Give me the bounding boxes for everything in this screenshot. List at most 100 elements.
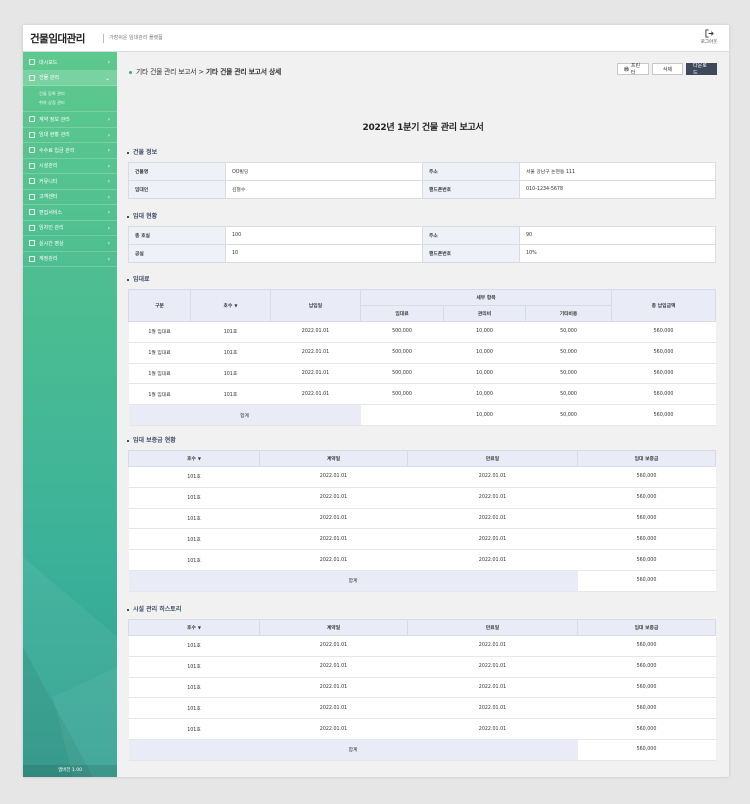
table-row: 1월 임대료 101호 2022.01.01 500,000 10,000 50,000 5… bbox=[128, 321, 716, 343]
table-cell: 2022.01.01 bbox=[259, 718, 408, 740]
sidebar-item-4[interactable]: 수수료 입금 관리 › bbox=[23, 143, 117, 159]
info-value: 10% bbox=[519, 244, 716, 263]
table-cell: 2022.01.01 bbox=[407, 549, 578, 571]
submenu-item[interactable]: 취약 상점 관리 bbox=[39, 98, 117, 107]
rent-sum-row: 합계 10,000 50,000 560,000 bbox=[128, 404, 716, 426]
rent-header-mgmt: 관리비 bbox=[443, 305, 526, 322]
sidebar-item-3[interactable]: 임대 현황 관리 › bbox=[23, 128, 117, 143]
sidebar-item-label: 편집서비스 bbox=[39, 209, 63, 216]
sidebar-item-10[interactable]: 실시간 영상 › bbox=[23, 236, 117, 252]
table-cell: 2022.01.01 bbox=[270, 383, 361, 406]
deposit-header-3: 임대 보증금 bbox=[577, 450, 716, 467]
table-cell: 1월 임대료 bbox=[128, 321, 191, 343]
table-row: 101호 2022.01.01 2022.01.01 560,000 bbox=[128, 656, 716, 678]
logo-title[interactable]: 건물임대관리 bbox=[30, 31, 85, 46]
table-row: 101호 2022.01.01 2022.01.01 560,000 bbox=[128, 528, 716, 551]
sidebar-item-9[interactable]: 임차인 관리 › bbox=[23, 221, 117, 236]
info-label: 핸드폰번호 bbox=[422, 244, 520, 263]
rent-header-paid-date: 납입일 bbox=[270, 289, 361, 322]
sidebar-item-1[interactable]: 건물 관리 ⌄ bbox=[23, 70, 117, 86]
table-cell: 101호 bbox=[128, 718, 260, 740]
table-cell: 2022.01.01 bbox=[259, 656, 408, 678]
sidebar-item-7[interactable]: 고객센터 › bbox=[23, 190, 117, 205]
section-title-facility: 시설 관리 히스토리 bbox=[127, 604, 181, 613]
download-button[interactable]: 다운로드 bbox=[686, 63, 717, 76]
header-label: 계약일 bbox=[326, 626, 341, 631]
table-cell: 2022.01.01 bbox=[270, 363, 361, 385]
print-button[interactable]: 프린터 bbox=[617, 63, 649, 76]
chevron-right-icon: › bbox=[107, 240, 110, 247]
section-title-building-info: 건물 정보 bbox=[127, 147, 157, 156]
deposit-header-0[interactable]: 호수 ▼ bbox=[128, 450, 260, 467]
table-cell: 2022.01.01 bbox=[407, 656, 578, 678]
info-label: 공실 bbox=[128, 244, 226, 263]
sum-total: 560,000 bbox=[611, 404, 716, 426]
table-cell: 500,000 bbox=[360, 342, 444, 364]
table-cell: 560,000 bbox=[577, 508, 716, 530]
table-cell: 10,000 bbox=[443, 383, 526, 406]
sidebar-item-6[interactable]: 커뮤니티 › bbox=[23, 174, 117, 190]
breadcrumb-current: 기타 건물 관리 보고서 상세 bbox=[205, 68, 282, 76]
rent-header-unit[interactable]: 호수 ▼ bbox=[190, 289, 271, 322]
sum-label: 합계 bbox=[128, 570, 578, 592]
table-row: 1월 임대료 101호 2022.01.01 500,000 10,000 50,000 5… bbox=[128, 363, 716, 385]
info-row: 임대인 김철수 핸드폰번호 010-1234-5678 bbox=[128, 180, 716, 199]
table-cell: 10,000 bbox=[443, 363, 526, 385]
table-cell: 1월 임대료 bbox=[128, 342, 191, 364]
table-cell: 101호 bbox=[128, 677, 260, 699]
chevron-right-icon: › bbox=[107, 116, 110, 123]
sort-caret-icon: ▼ bbox=[197, 456, 201, 461]
rent-header-unit-label: 호수 bbox=[223, 304, 233, 309]
info-value: 서울 강남구 논현동 111 bbox=[519, 162, 716, 181]
status-icon bbox=[29, 131, 35, 138]
sidebar-item-label: 대시보드 bbox=[39, 59, 58, 66]
logout-button[interactable]: 로그아웃 bbox=[699, 29, 719, 45]
section-title-lease-status: 임대 현황 bbox=[127, 211, 157, 220]
sidebar-item-11[interactable]: 계정관리 › bbox=[23, 252, 117, 267]
sidebar-item-2[interactable]: 계약 정보 관리 › bbox=[23, 112, 117, 128]
rent-table: 구분 호수 ▼ 납입일 세부 항목 총 납입금액 임대료 관리비 기타비용 1월 … bbox=[128, 289, 717, 426]
info-label: 주소 bbox=[422, 226, 520, 245]
table-cell: 1월 임대료 bbox=[128, 363, 191, 385]
table-row: 101호 2022.01.01 2022.01.01 560,000 bbox=[128, 487, 716, 509]
table-cell: 560,000 bbox=[611, 383, 716, 406]
chevron-right-icon: › bbox=[107, 193, 110, 201]
info-value: 10 bbox=[225, 244, 423, 263]
rent-header-rent: 임대료 bbox=[360, 305, 444, 322]
sidebar-item-label: 시설관리 bbox=[39, 163, 58, 170]
chevron-right-icon: › bbox=[107, 162, 110, 170]
account-icon bbox=[29, 255, 35, 262]
table-cell: 500,000 bbox=[360, 363, 444, 385]
submenu-item[interactable]: 건물 등록 관리 bbox=[39, 89, 117, 98]
sidebar-item-5[interactable]: 시설관리 › bbox=[23, 159, 117, 174]
table-cell: 101호 bbox=[128, 528, 260, 551]
sidebar-item-label: 계정관리 bbox=[39, 256, 58, 263]
chevron-right-icon: › bbox=[107, 147, 110, 154]
table-cell: 560,000 bbox=[611, 342, 716, 364]
table-cell: 2022.01.01 bbox=[407, 677, 578, 699]
sidebar-item-label: 커뮤니티 bbox=[39, 178, 58, 185]
facility-header-2: 만료일 bbox=[407, 619, 578, 636]
info-value: OO빌딩 bbox=[225, 162, 423, 181]
info-label: 임대인 bbox=[128, 180, 226, 199]
main-content: 기타 건물 관리 보고서 > 기타 건물 관리 보고서 상세 프린터 삭제 다운… bbox=[117, 52, 729, 777]
table-cell: 560,000 bbox=[577, 487, 716, 509]
facility-icon bbox=[29, 162, 35, 169]
sum-label: 합계 bbox=[128, 739, 578, 761]
edit-icon bbox=[29, 209, 35, 216]
sidebar-item-8[interactable]: 편집서비스 › bbox=[23, 205, 117, 221]
community-icon bbox=[29, 178, 35, 185]
facility-header-0[interactable]: 호수 ▼ bbox=[128, 619, 260, 636]
table-cell: 101호 bbox=[190, 321, 271, 343]
breadcrumb-parent[interactable]: 기타 건물 관리 보고서 bbox=[136, 68, 197, 76]
chevron-right-icon: › bbox=[107, 255, 110, 263]
table-cell: 101호 bbox=[128, 487, 260, 509]
table-cell: 1월 임대료 bbox=[128, 383, 191, 406]
delete-button[interactable]: 삭제 bbox=[652, 63, 683, 75]
facility-sum-row: 합계 560,000 bbox=[128, 739, 716, 761]
table-cell: 101호 bbox=[128, 549, 260, 571]
top-bar: 건물임대관리 가장쉬운 임대관리 플랫폼 로그아웃 bbox=[23, 25, 729, 52]
info-label: 총 호실 bbox=[128, 226, 226, 245]
table-cell: 2022.01.01 bbox=[259, 677, 408, 699]
sidebar-item-0[interactable]: 대시보드 › bbox=[23, 55, 117, 71]
